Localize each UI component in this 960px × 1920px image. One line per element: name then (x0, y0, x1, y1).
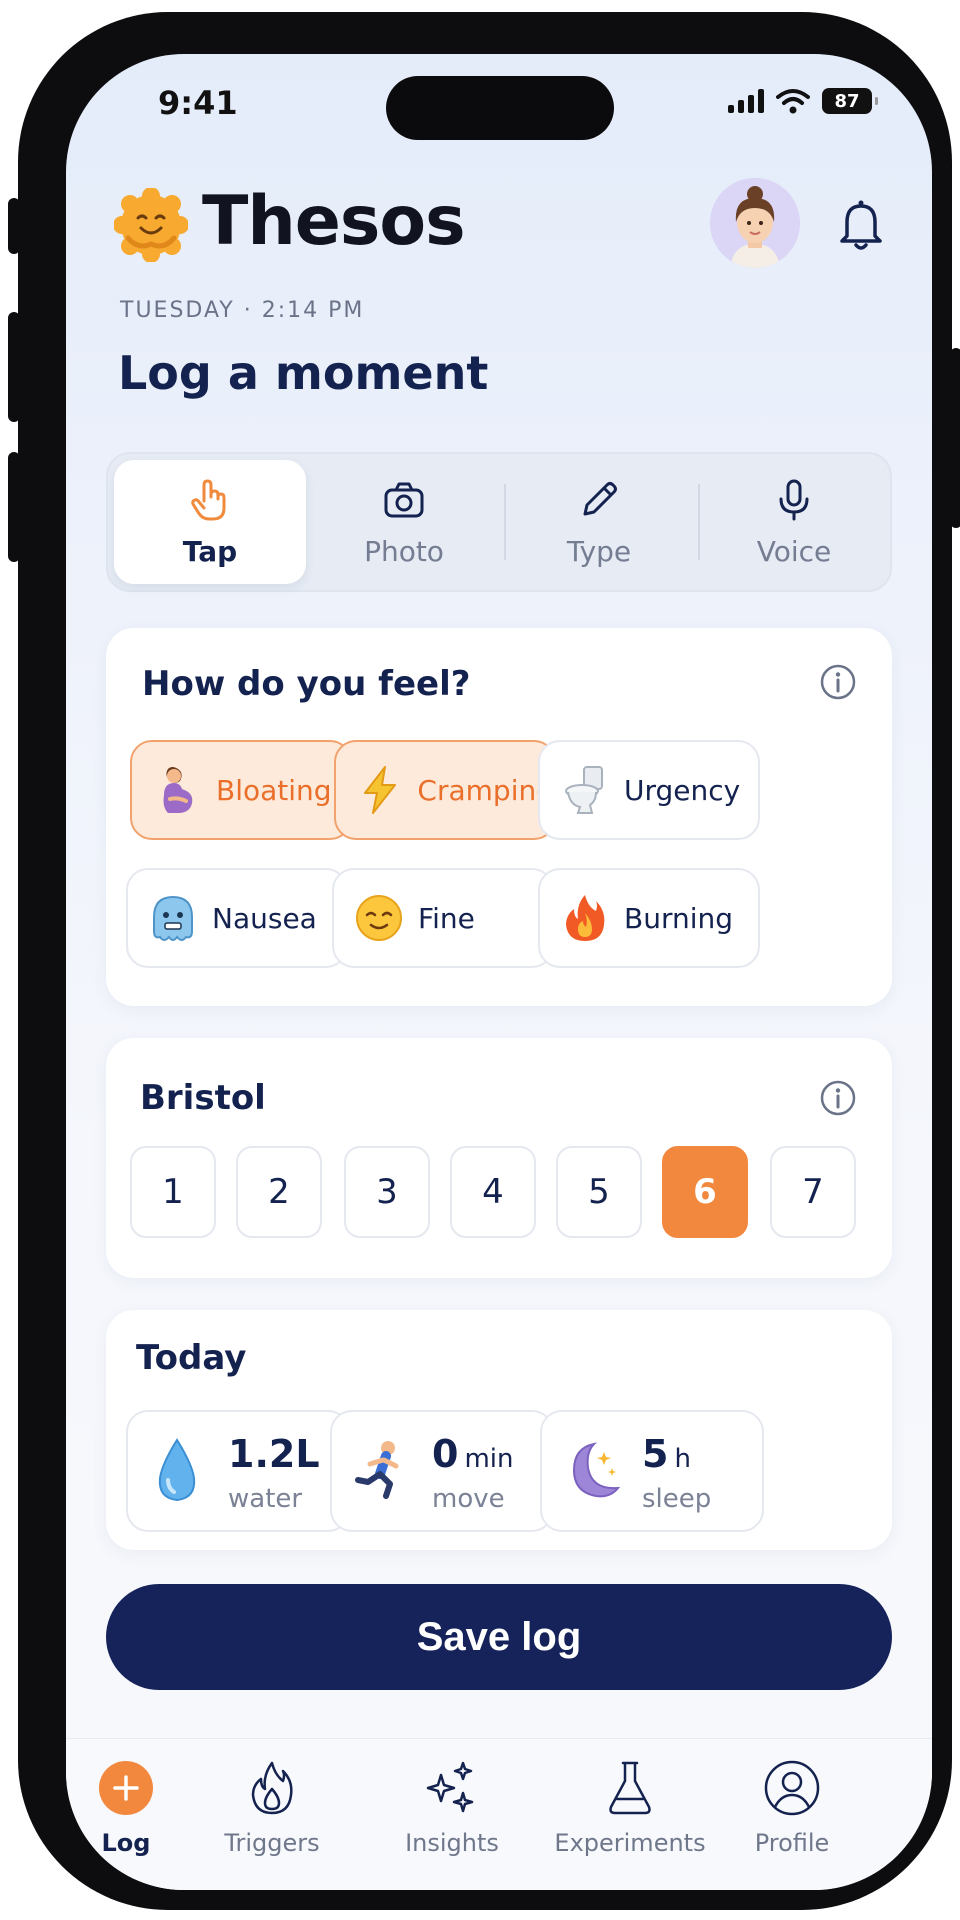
feeling-label: Fine (418, 901, 475, 935)
page-title: Log a moment (118, 346, 489, 400)
feeling-chip-cramping[interactable]: Cramping (334, 740, 556, 840)
wifi-icon (776, 89, 810, 114)
move-value: 0 min (432, 1432, 514, 1476)
water-value: 1.2L (228, 1432, 320, 1476)
tab-tap[interactable]: Tap (114, 460, 306, 584)
feeling-chip-burning[interactable]: Burning (538, 868, 760, 968)
status-icons: 87 (728, 88, 878, 114)
tab-tap-label: Tap (182, 534, 238, 568)
microphone-icon (779, 479, 809, 520)
notification-bell-icon[interactable] (836, 198, 886, 252)
feelings-card: How do you feel? Bloating Cramping Urgen… (106, 628, 892, 1006)
bristol-option-7[interactable]: 7 (770, 1146, 856, 1238)
relieved-face-emoji (356, 895, 402, 941)
feeling-label: Cramping (417, 773, 554, 807)
sleep-label: sleep (642, 1484, 712, 1514)
status-time: 9:41 (158, 84, 238, 122)
fire-emoji (566, 895, 605, 941)
tab-profile[interactable]: Profile (712, 1759, 872, 1857)
action-button (8, 198, 20, 254)
sparkles-icon (426, 1761, 474, 1813)
battery-indicator: 87 (822, 88, 878, 114)
dynamic-island (386, 76, 614, 140)
feeling-label: Nausea (212, 901, 317, 935)
feelings-title: How do you feel? (142, 664, 471, 704)
tab-insights[interactable]: Insights (372, 1759, 532, 1857)
volume-up-button (8, 312, 20, 422)
tab-triggers[interactable]: Triggers (192, 1759, 352, 1857)
feeling-label: Burning (624, 901, 734, 935)
tab-log[interactable]: Log (66, 1759, 206, 1857)
info-icon[interactable] (818, 1078, 858, 1118)
sleep-value: 5h (642, 1432, 691, 1476)
water-label: water (228, 1484, 303, 1514)
bristol-option-2[interactable]: 2 (236, 1146, 322, 1238)
save-log-button[interactable]: Save log (106, 1584, 892, 1690)
feeling-label: Bloating (216, 773, 332, 807)
avatar[interactable] (710, 178, 800, 268)
date-time-label: TUESDAY · 2:14 PM (120, 298, 365, 323)
bristol-option-3[interactable]: 3 (344, 1146, 430, 1238)
bristol-title: Bristol (140, 1078, 266, 1118)
move-stat[interactable]: 0 min move (330, 1410, 554, 1532)
volume-down-button (8, 452, 20, 562)
bristol-option-5[interactable]: 5 (556, 1146, 642, 1238)
plus-circle-icon (99, 1761, 153, 1815)
app-logo-icon (114, 188, 188, 262)
feeling-label: Urgency (624, 773, 741, 807)
tab-triggers-label: Triggers (224, 1829, 320, 1857)
power-button (950, 348, 960, 528)
tab-voice-label: Voice (756, 534, 832, 568)
cold-face-emoji (153, 895, 193, 941)
bristol-option-6[interactable]: 6 (662, 1146, 748, 1238)
hand-pointer-icon (191, 479, 226, 520)
input-mode-selector: Tap Photo Type Voice (106, 452, 892, 592)
bristol-option-4[interactable]: 4 (450, 1146, 536, 1238)
runner-emoji (355, 1441, 399, 1499)
today-title: Today (136, 1338, 247, 1378)
flame-icon (251, 1761, 293, 1815)
sleep-stat[interactable]: 5h sleep (540, 1410, 764, 1532)
pencil-icon (583, 481, 617, 515)
tab-photo-label: Photo (364, 534, 444, 568)
toilet-emoji (565, 766, 603, 814)
feeling-chip-nausea[interactable]: Nausea (126, 868, 348, 968)
lightning-emoji (363, 766, 396, 814)
bristol-card: Bristol 1 2 3 4 5 6 7 (106, 1038, 892, 1278)
info-icon[interactable] (818, 662, 858, 702)
today-card: Today 1.2L water 0 min move 5 h sleep (106, 1310, 892, 1550)
camera-icon (384, 482, 424, 517)
tab-experiments-label: Experiments (554, 1829, 706, 1857)
move-label: move (432, 1484, 505, 1514)
app-screen: 9:41 87 Thesos TUESDAY · 2:14 PM Log a m… (66, 54, 932, 1890)
tab-voice[interactable]: Voice (698, 460, 890, 584)
user-circle-icon (764, 1760, 820, 1816)
tab-type-label: Type (566, 534, 632, 568)
crescent-moon-emoji (572, 1442, 621, 1498)
tab-insights-label: Insights (405, 1829, 499, 1857)
app-title: Thesos (202, 182, 466, 261)
user-avatar-icon (710, 178, 800, 268)
flask-icon (609, 1761, 651, 1815)
tab-profile-label: Profile (754, 1829, 830, 1857)
water-drop-emoji (158, 1438, 196, 1502)
bristol-option-1[interactable]: 1 (130, 1146, 216, 1238)
cellular-signal-icon (728, 89, 764, 113)
pregnant-woman-emoji (163, 767, 193, 813)
feeling-chip-bloating[interactable]: Bloating (130, 740, 352, 840)
feeling-chip-fine[interactable]: Fine (332, 868, 554, 968)
tab-photo[interactable]: Photo (308, 460, 500, 584)
tab-log-label: Log (101, 1829, 151, 1857)
tab-type[interactable]: Type (503, 460, 695, 584)
tab-experiments[interactable]: Experiments (550, 1759, 710, 1857)
bottom-tab-bar: Log Triggers Insights Experiments Profil… (66, 1738, 932, 1890)
feeling-chip-urgency[interactable]: Urgency (538, 740, 760, 840)
phone-frame: 9:41 87 Thesos TUESDAY · 2:14 PM Log a m… (8, 12, 960, 1910)
water-stat[interactable]: 1.2L water (126, 1410, 350, 1532)
